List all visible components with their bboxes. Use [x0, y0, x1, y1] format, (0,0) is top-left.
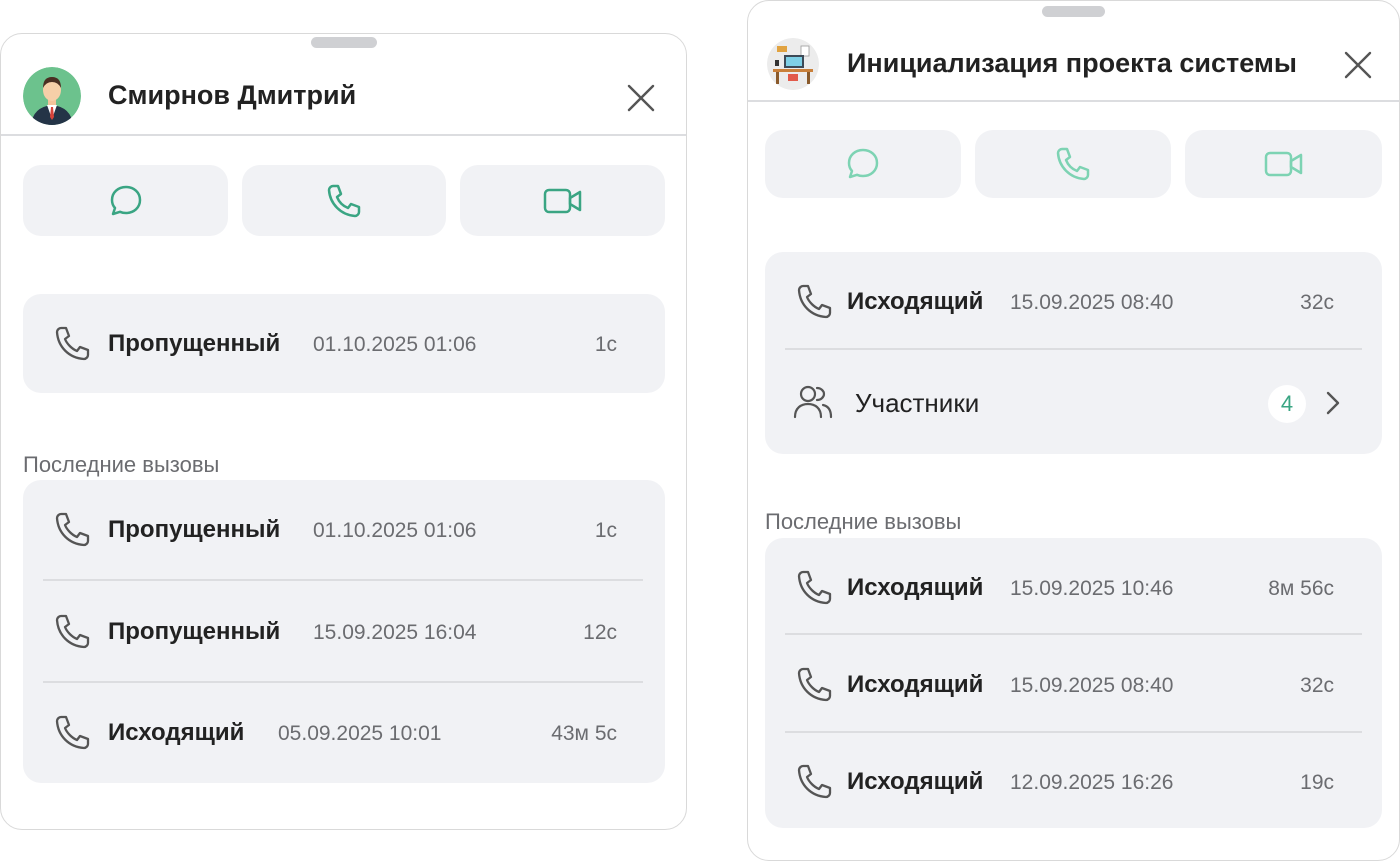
call-duration: 8м 56с — [1268, 577, 1334, 600]
call-type: Исходящий — [847, 671, 984, 698]
call-type: Исходящий — [108, 719, 245, 746]
close-icon[interactable] — [1343, 50, 1373, 80]
current-call-card: Пропущенный 01.10.2025 01:06 1с — [23, 294, 665, 393]
chat-button[interactable] — [23, 165, 228, 236]
call-row[interactable]: Исходящий 15.09.2025 08:40 32с — [765, 635, 1382, 735]
recent-calls-card: Исходящий 15.09.2025 10:46 8м 56с Исходя… — [765, 538, 1382, 828]
call-duration: 32с — [1300, 674, 1334, 697]
call-type: Исходящий — [847, 574, 984, 601]
recent-calls-label: Последние вызовы — [765, 509, 962, 534]
chevron-right-icon — [1326, 391, 1340, 415]
call-duration: 32с — [1300, 291, 1334, 314]
video-camera-icon — [543, 188, 581, 213]
contact-call-panel: Смирнов Дмитрий Пропущенный 01.10.2025 0… — [0, 33, 687, 830]
call-datetime: 01.10.2025 01:06 — [313, 333, 477, 356]
recent-calls-card: Пропущенный 01.10.2025 01:06 1с Пропущен… — [23, 480, 665, 783]
users-icon — [793, 385, 833, 419]
video-call-button[interactable] — [460, 165, 665, 236]
call-duration: 1с — [594, 519, 617, 542]
call-row[interactable]: Пропущенный 01.10.2025 01:06 1с — [23, 294, 665, 394]
call-row[interactable]: Исходящий 15.09.2025 10:46 8м 56с — [765, 538, 1382, 638]
call-row[interactable]: Исходящий 15.09.2025 08:40 32с — [765, 252, 1382, 352]
phone-icon — [797, 764, 832, 799]
call-datetime: 01.10.2025 01:06 — [313, 519, 477, 542]
call-type: Исходящий — [847, 768, 984, 795]
call-datetime: 15.09.2025 08:40 — [1010, 291, 1174, 314]
phone-icon — [55, 326, 90, 361]
call-duration: 19с — [1300, 771, 1334, 794]
divider — [43, 579, 643, 581]
chat-button[interactable] — [765, 130, 961, 198]
call-row[interactable]: Пропущенный 01.10.2025 01:06 1с — [23, 480, 665, 580]
phone-icon — [327, 184, 361, 217]
avatar — [767, 38, 819, 90]
video-call-button[interactable] — [1185, 130, 1382, 198]
call-type: Пропущенный — [108, 516, 281, 543]
phone-icon — [1056, 147, 1090, 181]
call-datetime: 15.09.2025 16:04 — [313, 621, 477, 644]
chat-icon — [847, 148, 879, 179]
call-datetime: 05.09.2025 10:01 — [278, 722, 442, 745]
call-datetime: 15.09.2025 10:46 — [1010, 577, 1174, 600]
phone-icon — [55, 715, 90, 750]
call-duration: 12с — [583, 621, 617, 644]
current-call-card: Исходящий 15.09.2025 08:40 32с Участники… — [765, 252, 1382, 454]
participants-count-badge: 4 — [1268, 385, 1306, 423]
participants-label: Участники — [855, 388, 980, 418]
call-button[interactable] — [975, 130, 1171, 198]
divider — [785, 348, 1362, 350]
call-row[interactable]: Пропущенный 15.09.2025 16:04 12с — [23, 582, 665, 682]
call-datetime: 15.09.2025 08:40 — [1010, 674, 1174, 697]
panel-header: Инициализация проекта системы — [748, 1, 1399, 102]
video-camera-icon — [1264, 151, 1302, 177]
avatar — [23, 67, 81, 125]
call-type: Исходящий — [847, 288, 984, 315]
phone-icon — [55, 614, 90, 649]
panel-header: Смирнов Дмитрий — [1, 34, 686, 136]
call-button[interactable] — [242, 165, 446, 236]
call-datetime: 12.09.2025 16:26 — [1010, 771, 1174, 794]
phone-icon — [797, 570, 832, 605]
group-title: Инициализация проекта системы — [847, 48, 1297, 78]
call-duration: 1с — [594, 333, 617, 356]
close-icon[interactable] — [626, 83, 656, 113]
group-call-panel: Инициализация проекта системы Исходящий … — [747, 0, 1400, 861]
participants-row[interactable]: Участники 4 — [765, 352, 1382, 452]
call-row[interactable]: Исходящий 12.09.2025 16:26 19с — [765, 732, 1382, 832]
recent-calls-label: Последние вызовы — [23, 452, 220, 477]
call-type: Пропущенный — [108, 618, 281, 645]
phone-icon — [55, 512, 90, 547]
chat-icon — [110, 185, 141, 215]
call-type: Пропущенный — [108, 330, 281, 357]
phone-icon — [797, 284, 832, 319]
call-row[interactable]: Исходящий 05.09.2025 10:01 43м 5с — [23, 683, 665, 783]
phone-icon — [797, 667, 832, 702]
contact-name: Смирнов Дмитрий — [108, 80, 357, 110]
call-duration: 43м 5с — [551, 722, 617, 745]
